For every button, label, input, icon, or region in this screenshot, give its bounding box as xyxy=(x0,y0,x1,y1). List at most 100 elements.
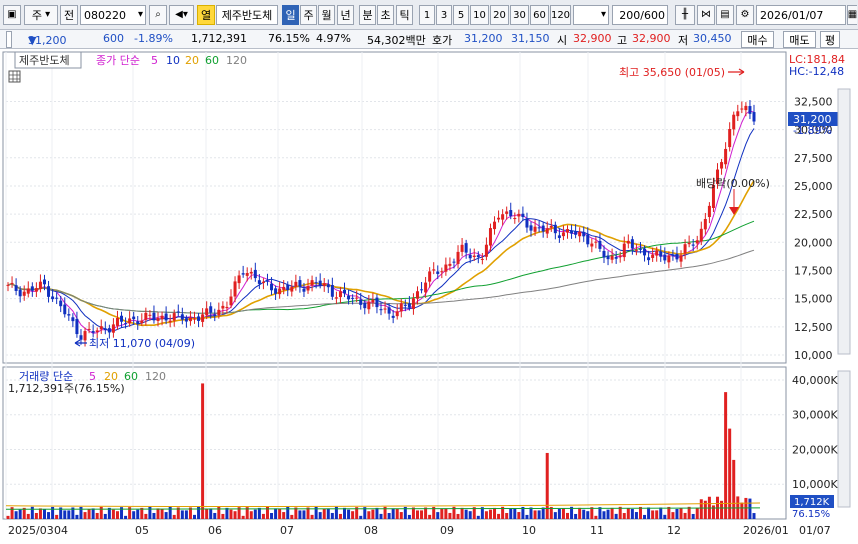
volume-bar xyxy=(525,514,529,519)
volume-bar xyxy=(541,507,545,519)
sell-button[interactable]: 매도 xyxy=(783,31,816,48)
volume-bar xyxy=(695,507,699,519)
volume-bar xyxy=(302,510,306,519)
candle-body xyxy=(683,244,687,254)
volume-bar xyxy=(659,507,663,519)
candle-body xyxy=(468,254,472,259)
period-month[interactable]: 월 xyxy=(318,5,335,25)
minute-custom-input[interactable]: ▾ xyxy=(573,5,609,25)
period-second[interactable]: 초 xyxy=(377,5,394,25)
volume-bar xyxy=(201,383,205,519)
volume-bar xyxy=(545,452,549,519)
volume-bar xyxy=(610,507,614,519)
price-scrollbar[interactable] xyxy=(837,88,851,355)
candle-body xyxy=(744,105,748,111)
gear-icon[interactable]: ⚙ xyxy=(736,5,754,25)
mode-select[interactable]: 주 ▾ xyxy=(24,5,58,25)
candle-body xyxy=(249,271,253,274)
calendar-icon[interactable]: ▦ xyxy=(847,5,857,25)
type-button[interactable]: 전 xyxy=(60,5,78,25)
candle-body xyxy=(136,321,140,325)
candle-body xyxy=(209,306,213,313)
search-icon[interactable]: ⌕ xyxy=(149,5,167,25)
low-annotation: 최저 11,070 (04/09) xyxy=(89,337,195,350)
candle-body xyxy=(51,296,55,300)
period-week[interactable]: 주 xyxy=(300,5,317,25)
candle-body xyxy=(411,298,415,310)
candle-body xyxy=(464,243,468,253)
volume-bar xyxy=(310,514,314,519)
minute-30[interactable]: 30 xyxy=(510,5,529,25)
candle-body xyxy=(724,148,728,165)
period-minute[interactable]: 분 xyxy=(359,5,376,25)
volume-bar xyxy=(38,508,42,519)
candle-body xyxy=(164,313,168,321)
volume-bar xyxy=(598,507,602,519)
code-input[interactable]: 080220 ▾ xyxy=(80,5,146,25)
period-year[interactable]: 년 xyxy=(337,5,354,25)
candle-body xyxy=(403,304,407,306)
candle-body xyxy=(448,263,452,266)
volume-bar xyxy=(278,508,282,519)
volume-bar xyxy=(399,512,403,519)
volume-bar xyxy=(488,509,492,519)
candle-body xyxy=(594,241,598,243)
volume-bar xyxy=(160,508,164,519)
minute-120[interactable]: 120 xyxy=(550,5,571,25)
period-day[interactable]: 일 xyxy=(282,5,299,25)
volume-bar xyxy=(407,514,411,519)
period-tick[interactable]: 틱 xyxy=(396,5,413,25)
price-tick: 25,000 xyxy=(794,180,833,193)
volume-bar xyxy=(651,510,655,519)
candle-body xyxy=(314,282,318,284)
bid-price: 31,150 xyxy=(511,32,550,45)
volume-bar xyxy=(647,507,651,519)
volume-bar xyxy=(671,512,675,519)
minute-10[interactable]: 10 xyxy=(470,5,489,25)
volume-bar xyxy=(448,512,452,519)
candle-body xyxy=(343,289,347,294)
candle-body xyxy=(217,309,221,316)
minute-20[interactable]: 20 xyxy=(490,5,509,25)
candle-body xyxy=(221,305,225,309)
candle-body xyxy=(128,318,132,324)
volume-bar xyxy=(261,513,265,519)
grid-toggle-icon[interactable] xyxy=(8,70,21,83)
candle-body xyxy=(549,225,553,228)
minute-3[interactable]: 3 xyxy=(436,5,452,25)
eval-button[interactable]: 평 xyxy=(820,31,840,48)
buy-button[interactable]: 매수 xyxy=(741,31,774,48)
candle-body xyxy=(655,250,659,256)
volume-bar xyxy=(752,513,756,519)
candle-body xyxy=(95,330,99,333)
minute-5[interactable]: 5 xyxy=(453,5,469,25)
tag-badge[interactable]: 열 xyxy=(197,5,215,25)
volume-scrollbar[interactable] xyxy=(837,370,851,508)
stock-chart[interactable]: 제주반도체 종가 단순 5 10 20 60 120 최고 35,650 (01… xyxy=(0,49,858,544)
chart-type-icon[interactable]: ⋈ xyxy=(697,5,715,25)
candle-type-icon[interactable]: ╫ xyxy=(675,5,695,25)
time-axis: 2025/03 04 05 06 07 08 09 10 11 12 2026/01 01/07 xyxy=(8,524,831,537)
dividend-annotation: 배당락(0.00%) xyxy=(696,177,770,190)
candle-body xyxy=(26,288,30,294)
overlay-icon[interactable]: ▤ xyxy=(716,5,734,25)
candle-body xyxy=(355,297,359,299)
candle-body xyxy=(679,255,683,262)
speaker-icon[interactable]: ◀▾ xyxy=(169,5,194,25)
candle-body xyxy=(521,213,525,217)
date-input[interactable]: 2026/01/07 xyxy=(756,5,846,25)
price-box-pct: -1.89% xyxy=(793,124,832,137)
info-toggle[interactable] xyxy=(6,31,12,48)
candle-body xyxy=(553,224,557,234)
volume-bar xyxy=(663,514,667,519)
chart-menu-icon[interactable]: ▣ xyxy=(3,5,21,25)
minute-1[interactable]: 1 xyxy=(419,5,435,25)
minute-60[interactable]: 60 xyxy=(530,5,549,25)
candle-body xyxy=(707,205,711,217)
candle-body xyxy=(310,280,314,286)
candle-body xyxy=(752,112,756,122)
volume-bar xyxy=(582,509,586,519)
count-input[interactable]: 200/600 xyxy=(612,5,668,25)
volume-bar xyxy=(456,513,460,519)
volume-bar xyxy=(683,512,687,519)
